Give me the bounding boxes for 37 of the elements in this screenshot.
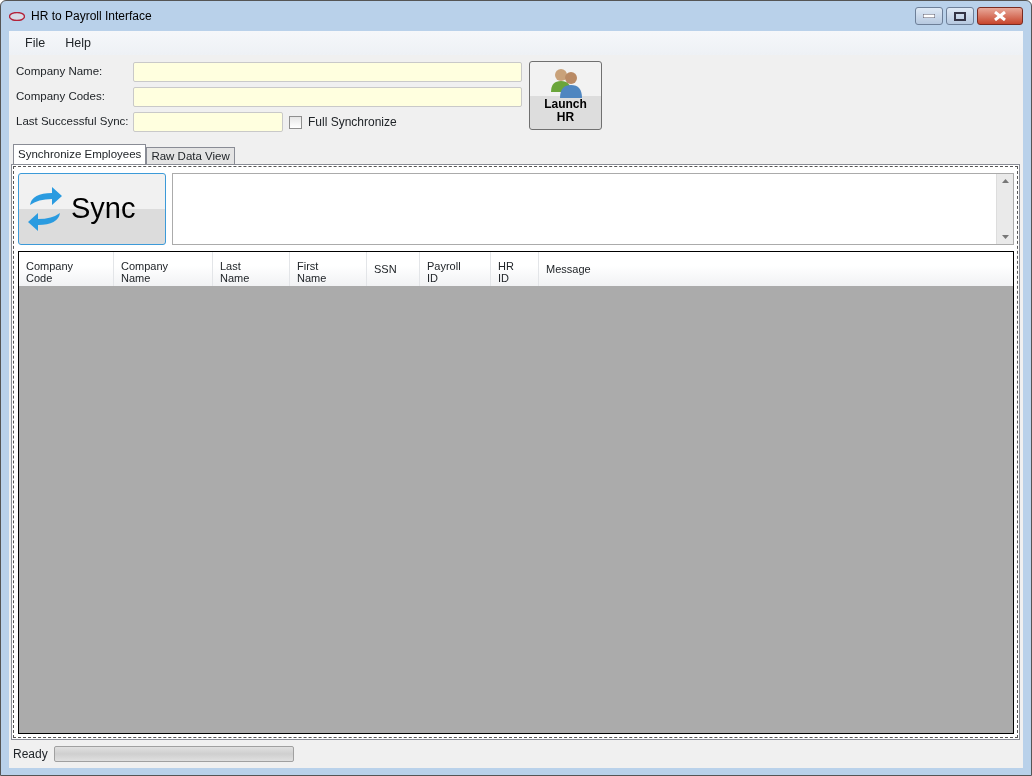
- minimize-icon: [923, 14, 935, 18]
- field-label: Company Name:: [16, 64, 104, 80]
- close-icon: [993, 11, 1007, 21]
- tab[interactable]: Raw Data View: [146, 147, 235, 164]
- tab[interactable]: Synchronize Employees: [13, 144, 147, 164]
- column-header[interactable]: Payroll ID: [420, 252, 491, 286]
- column-header[interactable]: HR ID: [491, 252, 539, 286]
- field-label: Last Successful Sync:: [16, 114, 130, 130]
- checkbox[interactable]: [289, 115, 302, 129]
- field-label: Company Codes:: [16, 89, 106, 105]
- launch-hr-button[interactable]: Launch HR: [529, 61, 602, 130]
- scrollbar[interactable]: [996, 174, 1013, 244]
- status-text: Ready: [13, 746, 48, 763]
- column-header[interactable]: Last Name: [213, 252, 290, 286]
- window-title: HR to Payroll Interface: [31, 8, 152, 25]
- menu-item[interactable]: Help: [57, 31, 99, 55]
- restore-icon: [954, 11, 966, 21]
- people-icon: [548, 66, 583, 98]
- close-button[interactable]: [977, 7, 1023, 25]
- column-header[interactable]: Company Code: [19, 252, 114, 286]
- sync-button[interactable]: Sync: [18, 173, 166, 245]
- scroll-down-icon[interactable]: [1001, 235, 1009, 239]
- sync-icon: [27, 185, 63, 233]
- column-header[interactable]: First Name: [290, 252, 367, 286]
- column-header[interactable]: SSN: [367, 252, 420, 286]
- app-icon: [9, 11, 25, 21]
- checkbox-label: Full Synchronize: [308, 114, 397, 131]
- minimize-button[interactable]: [915, 7, 943, 25]
- log-text-area[interactable]: [172, 173, 1014, 245]
- column-header[interactable]: Message: [539, 252, 1013, 286]
- column-header[interactable]: Company Name: [114, 252, 213, 286]
- menu-item[interactable]: File: [17, 31, 54, 55]
- text-field[interactable]: [133, 112, 283, 132]
- text-field[interactable]: [133, 87, 522, 107]
- scroll-up-icon[interactable]: [1001, 179, 1009, 183]
- restore-button[interactable]: [946, 7, 974, 25]
- text-field[interactable]: [133, 62, 522, 82]
